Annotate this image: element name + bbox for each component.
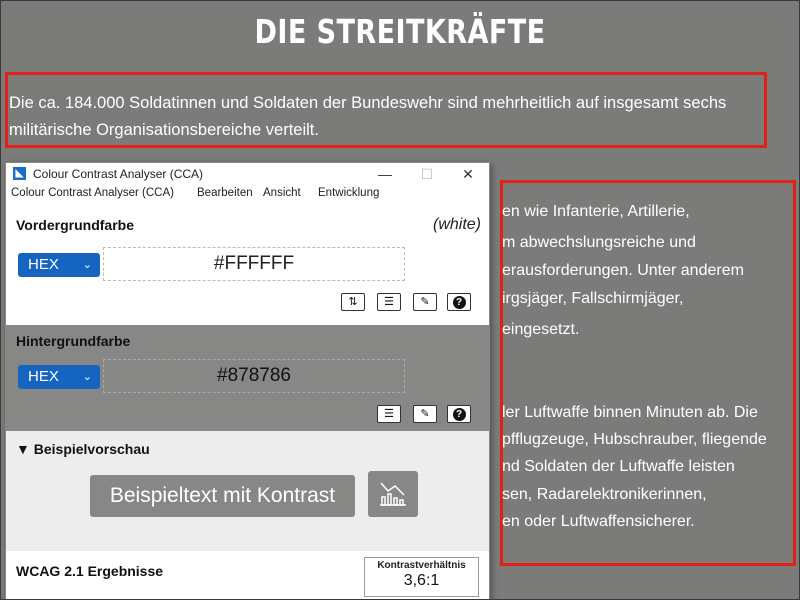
eyedropper-icon[interactable]: ✎ [413, 293, 437, 311]
contrast-ratio-value: 3,6:1 [403, 572, 440, 589]
foreground-hex-input[interactable]: #FFFFFF [103, 247, 405, 281]
background-hex-input[interactable]: #878786 [103, 359, 405, 393]
background-format-select[interactable]: HEX ⌄ [18, 365, 100, 389]
page-title: DIE STREITKRÄFTE [254, 12, 546, 51]
sliders-icon[interactable]: ☰ [377, 405, 401, 423]
help-icon[interactable]: ? [447, 293, 471, 311]
right-text-line: en oder Luftwaffensicherer. [502, 513, 695, 530]
foreground-label: Vordergrundfarbe [16, 217, 134, 233]
swap-icon[interactable]: ⇅ [341, 293, 365, 311]
right-text-line: m abwechslungsreiche und [502, 234, 696, 251]
right-text-line: nd Soldaten der Luftwaffe leisten [502, 458, 735, 475]
right-text-line: sen, Radarelektronikerinnen, [502, 486, 707, 503]
contrast-ratio-label: Kontrastverhältnis [377, 560, 466, 571]
app-icon: ◣ [13, 167, 26, 180]
background-format-value: HEX [28, 368, 59, 385]
eyedropper-icon[interactable]: ✎ [413, 405, 437, 423]
sample-text-preview: Beispieltext mit Kontrast [90, 475, 355, 517]
menu-item-entwicklung[interactable]: Entwicklung [318, 187, 379, 199]
wcag-section: WCAG 2.1 Ergebnisse Kontrastverhältnis 3… [6, 551, 489, 599]
menu-bar: Colour Contrast Analyser (CCA) Bearbeite… [6, 185, 489, 203]
preview-section: ▼ Beispielvorschau Beispieltext mit Kont… [6, 431, 489, 551]
menu-item-app[interactable]: Colour Contrast Analyser (CCA) [11, 187, 174, 199]
background-label: Hintergrundfarbe [16, 333, 131, 349]
title-bar[interactable]: ◣ Colour Contrast Analyser (CCA) — ☐ ✕ [6, 163, 489, 185]
close-icon[interactable]: ✕ [453, 165, 483, 183]
chart-icon[interactable] [368, 471, 418, 517]
intro-paragraph: Die ca. 184.000 Soldatinnen und Soldaten… [9, 90, 726, 144]
chevron-down-icon: ⌄ [82, 259, 92, 271]
sliders-icon[interactable]: ☰ [377, 293, 401, 311]
foreground-section: Vordergrundfarbe (white) HEX ⌄ #FFFFFF ⇅… [6, 207, 489, 325]
right-text-line: eingesetzt. [502, 321, 580, 338]
right-text-line: erausforderungen. Unter anderem [502, 262, 744, 279]
right-text-line: ler Luftwaffe binnen Minuten ab. Die [502, 404, 758, 421]
intro-line-2: militärische Organisationsbereiche verte… [9, 121, 319, 139]
maximize-icon[interactable]: ☐ [412, 165, 442, 183]
menu-item-ansicht[interactable]: Ansicht [263, 187, 301, 199]
window-title: Colour Contrast Analyser (CCA) [33, 167, 204, 181]
contrast-ratio-box: Kontrastverhältnis 3,6:1 [364, 557, 479, 597]
foreground-format-value: HEX [28, 256, 59, 273]
foreground-format-select[interactable]: HEX ⌄ [18, 253, 100, 277]
right-text-line: en wie Infanterie, Artillerie, [502, 203, 690, 220]
help-icon[interactable]: ? [447, 405, 471, 423]
preview-toggle[interactable]: ▼ Beispielvorschau [16, 441, 150, 457]
right-text-line: irgsjäger, Fallschirmjäger, [502, 290, 684, 307]
minimize-icon[interactable]: — [370, 165, 400, 183]
right-text-line: pfflugzeuge, Hubschrauber, fliegende [502, 431, 767, 448]
chevron-down-icon: ⌄ [82, 371, 92, 383]
menu-item-bearbeiten[interactable]: Bearbeiten [197, 187, 253, 199]
intro-line-1: Die ca. 184.000 Soldatinnen und Soldaten… [9, 94, 727, 112]
foreground-color-name: (white) [432, 216, 481, 233]
cca-window: ◣ Colour Contrast Analyser (CCA) — ☐ ✕ C… [5, 162, 490, 600]
background-section: Hintergrundfarbe HEX ⌄ #878786 ☰ ✎ ? [6, 325, 489, 431]
wcag-label: WCAG 2.1 Ergebnisse [16, 563, 164, 579]
